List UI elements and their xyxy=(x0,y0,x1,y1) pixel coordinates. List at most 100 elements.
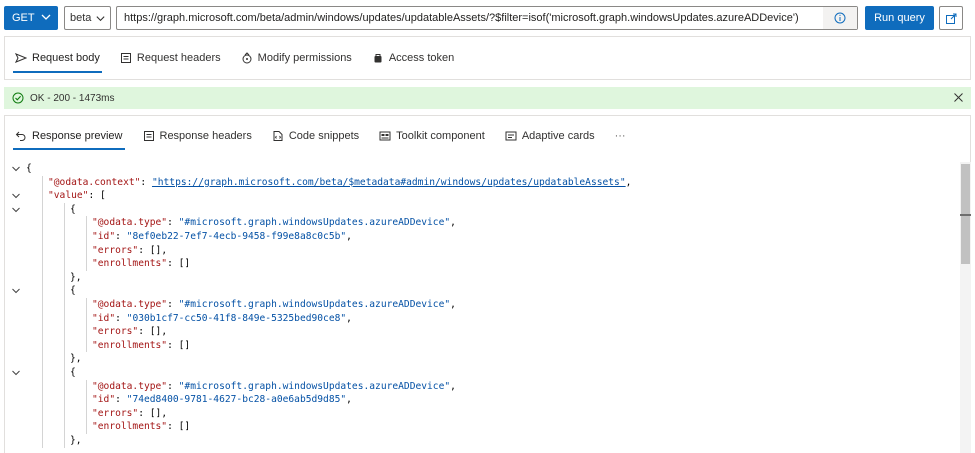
lock-key-icon xyxy=(242,52,252,64)
tab-toolkit-component[interactable]: Toolkit component xyxy=(369,116,495,156)
tab-access-token[interactable]: Access token xyxy=(362,37,464,79)
json-punctuation: : [ xyxy=(88,190,106,202)
json-value[interactable]: "https://graph.microsoft.com/beta/$metad… xyxy=(152,177,626,188)
tab-response-preview[interactable]: Response preview xyxy=(5,116,133,156)
fold-chevron-icon[interactable] xyxy=(11,164,21,174)
json-value: "#microsoft.graph.windowsUpdates.azureAD… xyxy=(178,299,451,310)
vertical-scrollbar[interactable] xyxy=(960,162,971,453)
json-key: "enrollments" xyxy=(92,421,168,433)
scrollbar-cursor-mark xyxy=(960,214,971,216)
code-text: "errors": [], xyxy=(92,325,167,339)
send-icon xyxy=(15,53,27,63)
fold-chevron-icon[interactable] xyxy=(11,191,21,201)
code-line: "enrollments": [] xyxy=(5,339,955,353)
code-text: "enrollments": [] xyxy=(92,257,190,271)
code-line: "value": [ xyxy=(5,189,955,203)
share-icon xyxy=(945,13,956,24)
code-line: { xyxy=(5,366,955,380)
token-icon xyxy=(374,54,382,63)
chevron-down-icon xyxy=(96,16,105,22)
headers-icon xyxy=(143,131,154,141)
share-query-button[interactable] xyxy=(939,6,963,30)
json-punctuation: , xyxy=(450,380,456,392)
json-key: "errors" xyxy=(92,326,139,338)
status-text: OK - 200 - 1473ms xyxy=(30,92,115,104)
fold-chevron-icon[interactable] xyxy=(11,286,21,296)
json-punctuation: , xyxy=(450,299,456,310)
json-punctuation: : [] xyxy=(167,421,191,433)
tab-modify-permissions[interactable]: Modify permissions xyxy=(231,37,362,79)
code-line: { xyxy=(5,203,955,217)
json-punctuation: : [], xyxy=(138,326,168,338)
json-key: "errors" xyxy=(92,407,139,419)
json-key: "@odata.type" xyxy=(92,380,168,392)
chevron-down-icon xyxy=(41,14,51,20)
more-tabs-button[interactable]: ··· xyxy=(605,116,636,156)
info-button[interactable] xyxy=(823,7,857,29)
run-query-button[interactable]: Run query xyxy=(865,6,934,30)
json-punctuation: : xyxy=(140,176,152,188)
code-line: "id": "030b1cf7-cc50-41f8-849e-5325bed90… xyxy=(5,312,955,326)
tab-response-headers[interactable]: Response headers xyxy=(133,116,262,156)
json-key: "@odata.type" xyxy=(92,299,168,310)
json-punctuation: { xyxy=(26,163,32,174)
tab-label: Request body xyxy=(32,52,100,64)
query-url-input[interactable]: https://graph.microsoft.com/beta/admin/w… xyxy=(116,6,858,30)
tab-adaptive-cards[interactable]: Adaptive cards xyxy=(495,116,605,156)
fold-chevron-icon[interactable] xyxy=(11,205,21,215)
code-text: "@odata.context": "https://graph.microso… xyxy=(48,176,631,190)
json-punctuation: : [], xyxy=(138,244,168,256)
json-punctuation: { xyxy=(70,367,76,378)
code-text: { xyxy=(70,203,76,217)
code-text: "@odata.type": "#microsoft.graph.windows… xyxy=(92,216,456,230)
code-text: "@odata.type": "#microsoft.graph.windows… xyxy=(92,298,456,312)
code-text: "value": [ xyxy=(48,189,106,203)
response-json-viewer[interactable]: { "@odata.context": "https://graph.micros… xyxy=(5,162,960,453)
more-label: ··· xyxy=(614,130,626,142)
json-punctuation: : xyxy=(167,380,179,392)
json-key: "enrollments" xyxy=(92,339,168,351)
code-line: { xyxy=(5,284,955,298)
close-icon[interactable] xyxy=(953,92,964,103)
fold-chevron-icon[interactable] xyxy=(11,368,21,378)
response-tabs: Response preview Response headers Code s… xyxy=(5,116,636,156)
json-key: "enrollments" xyxy=(92,258,168,270)
json-punctuation: : [] xyxy=(167,339,191,351)
json-punctuation: : [], xyxy=(138,407,168,419)
code-text: }, xyxy=(70,434,82,448)
code-text: "enrollments": [] xyxy=(92,339,190,353)
code-line: "enrollments": [] xyxy=(5,420,955,434)
request-tabs: Request body Request headers Modify perm… xyxy=(5,37,464,79)
code-text: { xyxy=(70,366,76,380)
json-value: "8ef0eb22-7ef7-4ecb-9458-f99e8a8c0c5b" xyxy=(126,231,347,242)
tab-label: Request headers xyxy=(136,52,221,64)
code-text: "id": "030b1cf7-cc50-41f8-849e-5325bed90… xyxy=(92,312,352,326)
json-key: "errors" xyxy=(92,244,139,256)
json-punctuation: , xyxy=(625,176,632,188)
tab-request-headers[interactable]: Request headers xyxy=(110,37,231,79)
tab-request-body[interactable]: Request body xyxy=(5,37,110,79)
json-punctuation: : xyxy=(115,394,127,406)
code-text: "errors": [], xyxy=(92,407,167,421)
json-punctuation: { xyxy=(70,203,76,215)
json-value: "74ed8400-9781-4627-bc28-a0e6ab5d9d85" xyxy=(126,394,347,406)
http-method-dropdown[interactable]: GET xyxy=(4,6,58,30)
info-icon xyxy=(834,12,846,24)
code-line: "id": "8ef0eb22-7ef7-4ecb-9458-f99e8a8c0… xyxy=(5,230,955,244)
code-text: { xyxy=(70,284,76,298)
json-key: "id" xyxy=(92,312,116,324)
card-icon xyxy=(505,131,517,141)
json-value: "030b1cf7-cc50-41f8-849e-5325bed90ce8" xyxy=(126,312,347,324)
code-line: "errors": [], xyxy=(5,244,955,258)
code-text: "id": "8ef0eb22-7ef7-4ecb-9458-f99e8a8c0… xyxy=(92,230,352,244)
code-doc-icon xyxy=(273,131,283,141)
code-text: { xyxy=(26,162,32,176)
code-text: }, xyxy=(70,271,82,285)
version-dropdown[interactable]: beta xyxy=(64,6,111,30)
tab-code-snippets[interactable]: Code snippets xyxy=(262,116,369,156)
json-punctuation: : xyxy=(167,299,179,310)
json-value: "#microsoft.graph.windowsUpdates.azureAD… xyxy=(178,380,451,392)
tab-label: Access token xyxy=(388,52,455,64)
json-punctuation: , xyxy=(346,312,352,324)
headers-icon xyxy=(120,53,131,63)
